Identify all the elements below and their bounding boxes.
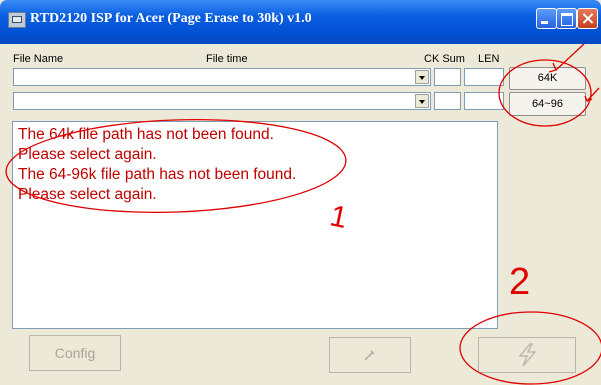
load-64-96k-button[interactable]: 64~96 [509, 92, 586, 116]
isp-window: RTD2120 ISP for Acer (Page Erase to 30k)… [0, 0, 601, 385]
len-64k-field [464, 68, 504, 86]
app-icon [8, 12, 26, 28]
close-button[interactable] [577, 8, 598, 29]
log-line: The 64-96k file path has not been found. [18, 166, 297, 183]
program-button[interactable] [478, 337, 576, 373]
annotation-mark-2: 2 [509, 261, 530, 303]
file-name-header: File Name [13, 53, 64, 65]
file-path-64k-select[interactable] [13, 68, 431, 86]
message-log[interactable]: The 64k file path has not been found. Pl… [12, 121, 498, 329]
ck-sum-header: CK Sum [424, 53, 465, 65]
tool-button[interactable] [329, 337, 411, 373]
ck-sum-64-96k-field [434, 92, 461, 110]
file-path-64-96k-select[interactable] [13, 92, 431, 110]
chevron-down-icon[interactable] [415, 94, 429, 108]
arrowhead-icon [584, 95, 593, 102]
minimize-button[interactable] [536, 8, 557, 29]
ck-sum-64k-field [434, 68, 461, 86]
chevron-down-icon[interactable] [415, 70, 429, 84]
window-title: RTD2120 ISP for Acer (Page Erase to 30k)… [30, 11, 312, 26]
annotation-arrow-6496 [586, 87, 600, 102]
wrench-icon [364, 350, 375, 361]
lightning-icon [518, 343, 537, 367]
log-line: Please select again. [18, 186, 157, 203]
file-time-header: File time [206, 53, 248, 65]
title-bar[interactable]: RTD2120 ISP for Acer (Page Erase to 30k)… [0, 0, 601, 44]
load-64k-button[interactable]: 64K [509, 67, 586, 90]
maximize-button[interactable] [556, 8, 577, 29]
log-line: Please select again. [18, 146, 157, 163]
config-button[interactable]: Config [29, 335, 121, 371]
log-line: The 64k file path has not been found. [18, 126, 274, 143]
len-64-96k-field [464, 92, 504, 110]
len-header: LEN [478, 53, 500, 65]
